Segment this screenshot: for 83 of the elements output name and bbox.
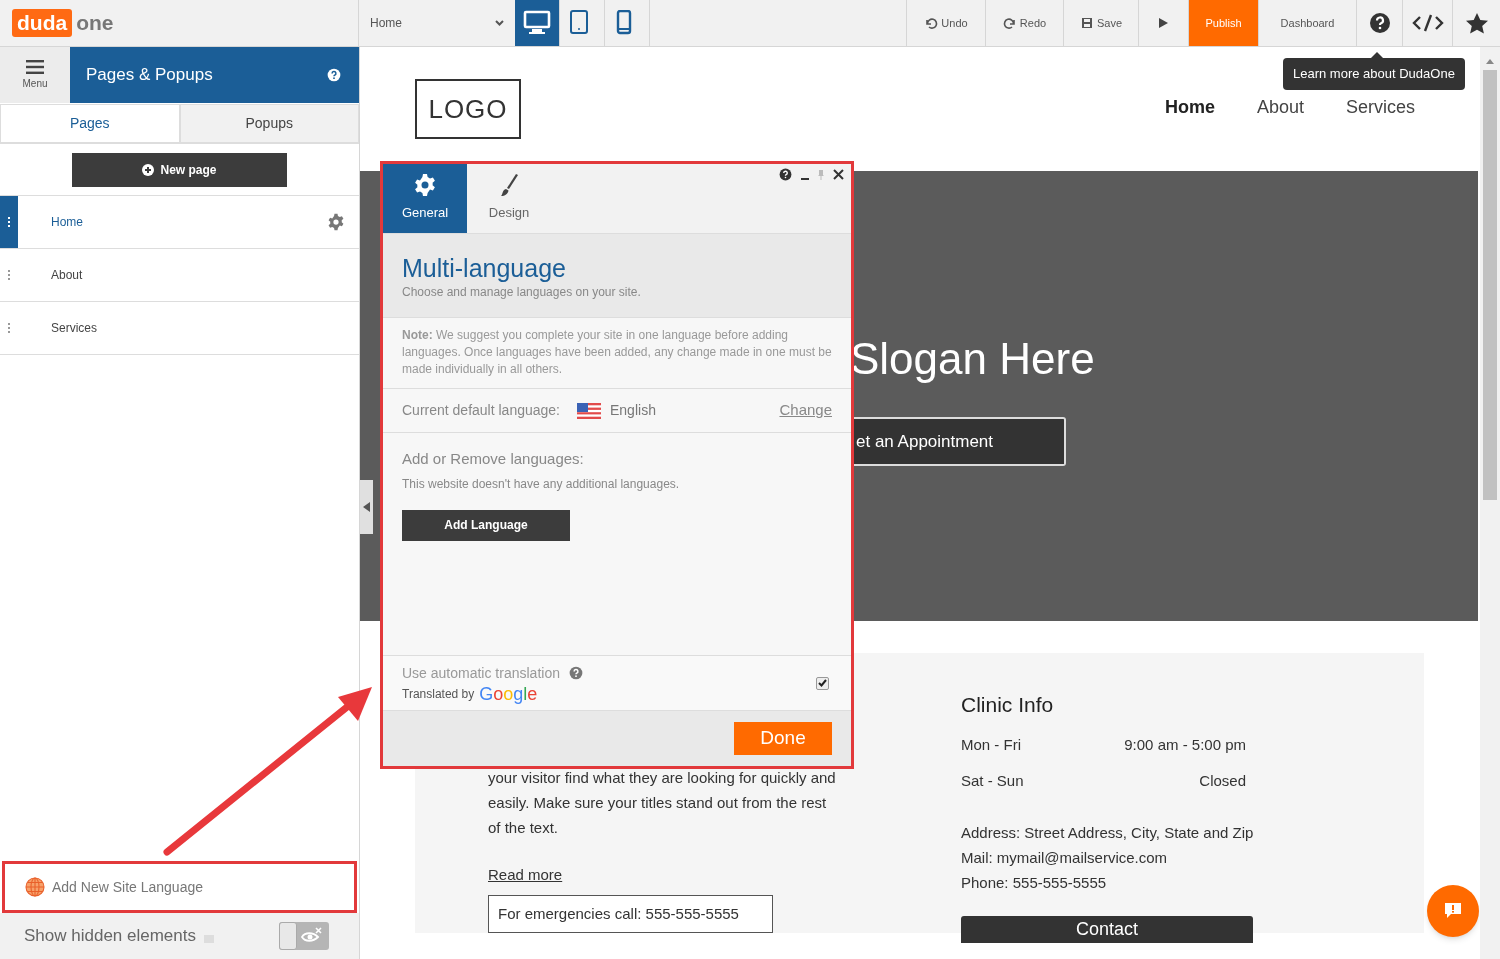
page-item[interactable]: Services [0,302,359,355]
brush-icon [499,172,519,197]
google-logo: Google [479,683,538,704]
chevron-down-icon [495,20,504,26]
auto-translation-checkbox[interactable] [816,676,829,690]
hours-time: 9:00 am - 5:00 pm [1124,734,1246,755]
contact-line: Address: Street Address, City, State and Zip [961,822,1255,843]
star-icon[interactable] [1465,12,1488,34]
device-desktop-button[interactable] [515,0,560,46]
tooltip-pointer [1371,52,1383,58]
contact-line: Mail: mymail@mailservice.com [961,847,1169,868]
show-hidden-label: Show hidden elements [24,925,196,948]
page-item[interactable]: Home [0,196,359,249]
collapse-handle[interactable] [360,480,373,534]
hidden-eye-icon [300,927,324,945]
hero-slogan: Slogan Here [850,333,1095,385]
popup-tab[interactable]: General [383,164,467,233]
panel-title: Pages & Popups [86,64,213,87]
default-language: English [610,401,656,420]
clinic-title: Clinic Info [961,692,1055,718]
hidden-elements-toggle[interactable] [279,922,329,950]
redo-icon [1002,16,1017,30]
add-remove-title: Add or Remove languages: [402,449,584,469]
contact-line: Phone: 555-555-5555 [961,872,1108,893]
help-icon[interactable] [1368,12,1391,34]
plus-circle-icon [142,163,155,176]
help-icon[interactable] [779,168,792,181]
caret-left-icon [363,502,370,512]
desktop-icon [523,10,551,36]
intro-text: your visitor find what they are looking for quickly and easily. Make sure your titles stand out from the rest of the text. [488,768,837,838]
sidebar-tab[interactable]: Popups [179,104,359,143]
hours-time: Closed [1199,770,1246,791]
site-logo: LOGO [415,79,521,139]
drag-handle-icon[interactable] [8,217,10,227]
add-language-button[interactable]: Add Language [402,509,570,541]
save-icon [1079,16,1094,30]
tooltip: Learn more about DudaOne [1283,58,1465,90]
gear-icon [413,172,437,197]
auto-translation-label: Use automatic translation [402,663,560,683]
popup-tab[interactable]: Design [467,164,551,233]
speech-bubble-icon [1443,902,1463,920]
hours-days: Sat - Sun [961,770,1024,791]
logo-badge: duda [12,9,73,37]
drag-handle[interactable] [0,196,18,248]
dashboard-button[interactable]: Dashboard [1258,0,1356,46]
add-language-item[interactable]: Add New Site Language [2,861,357,913]
nav-link[interactable]: Home [1164,94,1215,121]
undo-icon [924,16,939,30]
globe-icon [25,877,45,897]
logo-text: one [76,10,114,37]
menu-icon [26,59,44,74]
checkmark-icon [818,679,827,687]
save-button[interactable]: Save [1063,0,1138,46]
nav-link[interactable]: About [1256,94,1304,121]
appointment-button[interactable]: et an Appointment [854,417,1066,466]
code-icon[interactable] [1411,14,1444,32]
play-icon[interactable] [1158,17,1169,29]
hours-days: Mon - Fri [961,734,1021,755]
page-item[interactable]: About [0,249,359,302]
scrollbar-thumb[interactable] [1483,70,1497,500]
undo-button[interactable]: Undo [906,0,985,46]
scroll-up-icon[interactable] [1486,59,1494,64]
popup-title: Multi-language [402,253,567,283]
us-flag-icon [577,402,601,419]
redo-button[interactable]: Redo [985,0,1063,46]
popup-subtitle: Choose and manage languages on your site. [402,284,642,301]
help-icon[interactable] [327,68,341,82]
chat-button[interactable] [1427,885,1479,937]
default-language-label: Current default language: [402,401,560,420]
menu-button[interactable]: Menu [0,47,70,103]
gear-icon[interactable] [327,213,345,231]
close-icon[interactable] [833,169,844,180]
nav-link[interactable]: Services [1345,94,1415,121]
new-page-button[interactable]: New page [72,152,287,187]
translated-by-label: Translated by [402,685,475,703]
emergency-box: For emergencies call: 555-555-5555 [488,894,773,933]
drag-handle-icon[interactable] [8,270,10,280]
sidebar-tab[interactable]: Pages [0,104,180,143]
contact-button[interactable]: Contact [961,915,1253,943]
read-more-link[interactable]: Read more [488,864,563,887]
drag-handle-icon[interactable] [8,323,10,333]
note-text: Note: We suggest you complete your site in one language before adding languages. Once languages have been added, any change made in one must be made individually in all others. [402,327,832,378]
no-languages-text: This website doesn't have any additional languages. [402,475,680,493]
